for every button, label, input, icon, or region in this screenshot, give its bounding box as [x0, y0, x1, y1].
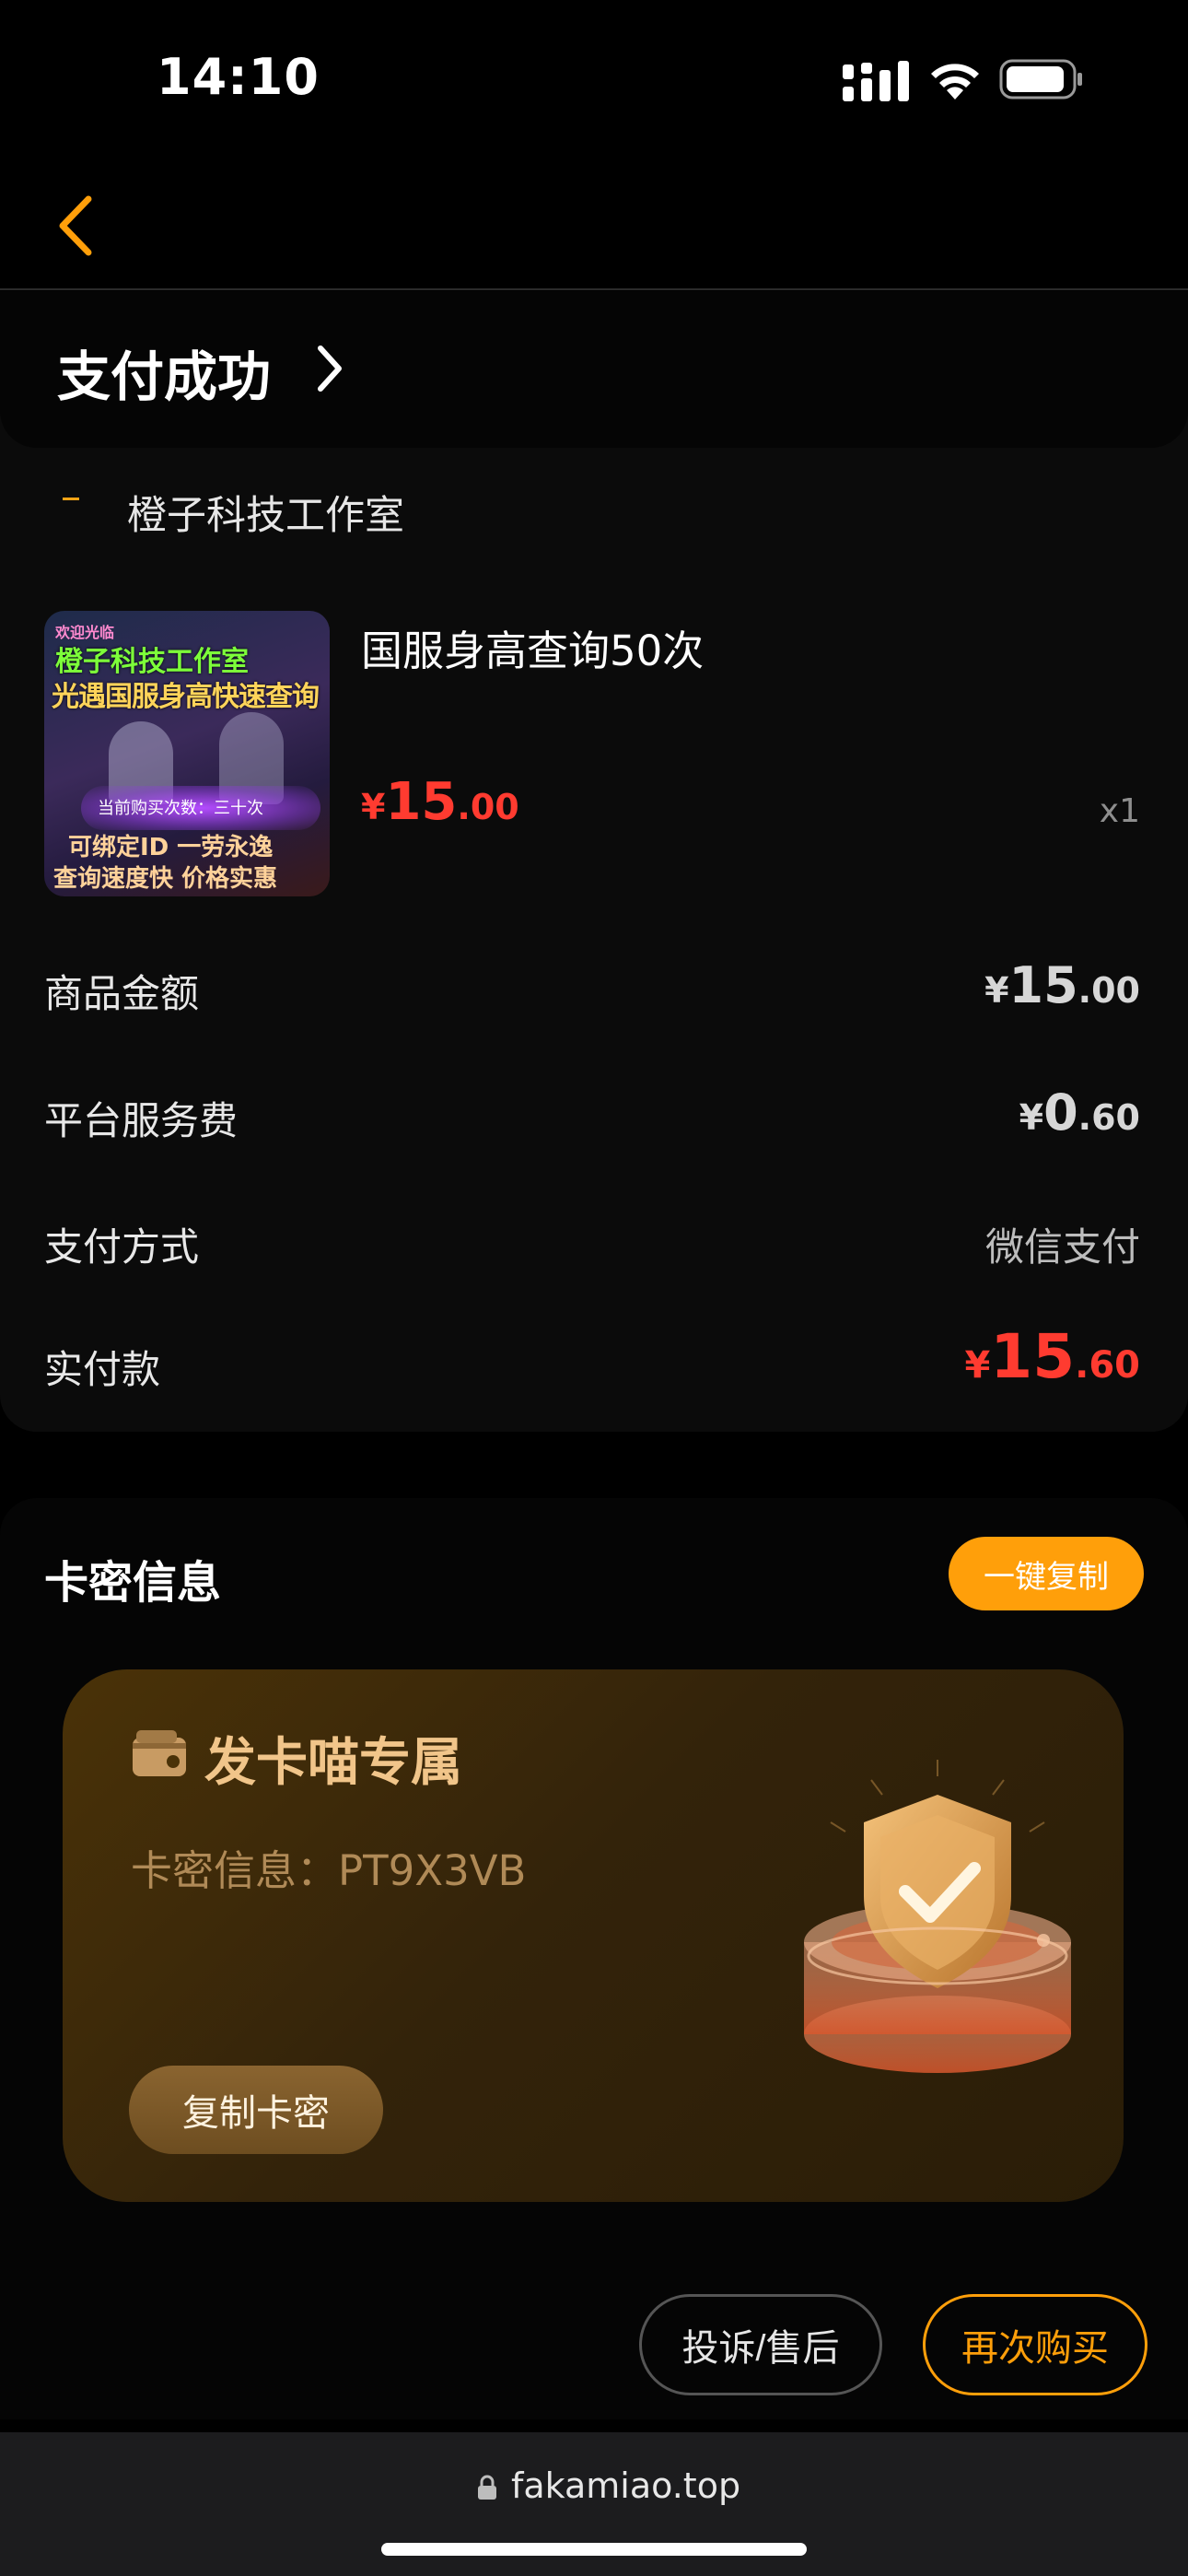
thumbnail-text: 当前购买次数：三十次	[98, 799, 263, 818]
copy-all-button[interactable]: 一键复制	[949, 1537, 1144, 1610]
payment-status-title[interactable]: 支付成功	[57, 334, 271, 411]
amount-decimal: .60	[1077, 1097, 1140, 1138]
amount-integer: 15	[1008, 956, 1078, 1014]
currency-symbol: ¥	[984, 970, 1009, 1011]
amount-integer: 0	[1043, 1083, 1078, 1142]
shop-logo-icon	[63, 498, 79, 500]
paid-amount-label: 实付款	[44, 1347, 161, 1392]
product-name[interactable]: 国服身高查询50次	[361, 617, 704, 677]
chevron-left-icon[interactable]	[53, 193, 99, 258]
thumbnail-text: 光遇国服身高快速查询	[52, 681, 320, 713]
buy-again-button[interactable]: 再次购买	[923, 2294, 1147, 2395]
wifi-icon	[931, 64, 979, 100]
service-fee-label: 平台服务费	[44, 1098, 239, 1143]
service-fee-value: ¥0.60	[1019, 1083, 1140, 1142]
pay-method-label: 支付方式	[44, 1224, 200, 1270]
voucher-code-value: PT9X3VB	[338, 1846, 527, 1895]
product-quantity: x1	[1099, 792, 1140, 830]
price-integer: 15	[385, 772, 458, 832]
copy-card-code-button[interactable]: 复制卡密	[129, 2066, 383, 2154]
complain-aftersale-button[interactable]: 投诉/售后	[639, 2294, 882, 2395]
amount-integer: 15	[990, 1321, 1076, 1392]
amount-decimal: .60	[1075, 1344, 1140, 1387]
voucher-title: 发卡喵专属	[204, 1733, 462, 1793]
thumbnail-text: 可绑定ID 一劳永逸	[68, 834, 274, 861]
shop-name[interactable]: 橙子科技工作室	[127, 484, 404, 541]
currency-symbol: ¥	[1019, 1097, 1044, 1138]
price-decimal: .00	[457, 787, 519, 827]
amount-decimal: .00	[1077, 970, 1140, 1011]
browser-url[interactable]: fakamiao.top	[511, 2465, 740, 2506]
goods-amount-value: ¥15.00	[984, 956, 1140, 1014]
battery-icon	[999, 59, 1082, 100]
card-info-title: 卡密信息	[44, 1557, 222, 1609]
currency-symbol: ¥	[964, 1344, 991, 1387]
pay-method-value: 微信支付	[984, 1224, 1140, 1270]
goods-amount-label: 商品金额	[44, 971, 200, 1016]
voucher-code[interactable]: 卡密信息：PT9X3VB	[131, 1837, 526, 1897]
home-indicator[interactable]	[381, 2543, 807, 2556]
voucher-code-label: 卡密信息：	[131, 1846, 339, 1895]
chevron-right-icon[interactable]	[313, 343, 344, 394]
product-price: ¥15.00	[361, 772, 519, 832]
shield-check-icon	[804, 1760, 1071, 2073]
paid-amount-value: ¥15.60	[964, 1321, 1140, 1392]
currency-symbol: ¥	[361, 787, 386, 827]
lock-icon	[478, 2475, 496, 2500]
wallet-icon	[133, 1730, 186, 1776]
status-time: 14:10	[157, 48, 320, 106]
product-thumbnail[interactable]: 欢迎光临 橙子科技工作室 光遇国服身高快速查询 当前购买次数：三十次 可绑定ID…	[44, 611, 330, 896]
nav-divider	[0, 288, 1188, 290]
cellular-signal-icon	[843, 61, 909, 101]
thumbnail-text: 查询速度快 价格实惠	[53, 865, 278, 893]
